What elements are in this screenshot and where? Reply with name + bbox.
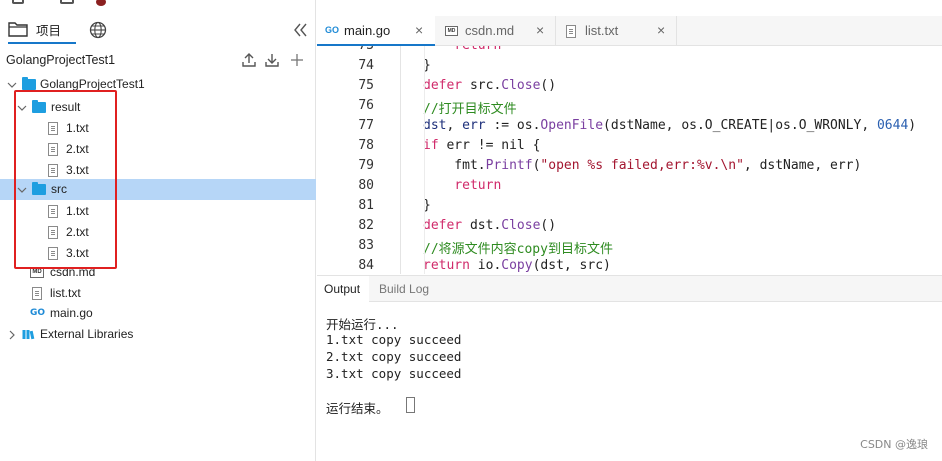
- tab-label: main.go: [344, 23, 391, 38]
- project-header: GolangProjectTest1: [0, 48, 316, 74]
- tab-build-log[interactable]: Build Log: [369, 276, 435, 302]
- line-number: 75: [358, 78, 374, 93]
- go-file-icon: GO: [325, 25, 340, 35]
- tab-label: csdn.md: [465, 23, 515, 38]
- tree-item-file[interactable]: list.txt: [0, 283, 316, 304]
- globe-icon: [89, 21, 107, 39]
- output-console[interactable]: 开始运行... 1.txt copy succeed 2.txt copy su…: [317, 302, 942, 461]
- code-line[interactable]: 77 dst, err := os.OpenFile(dstName, os.O_…: [317, 117, 942, 137]
- code-text: defer dst.Close(): [423, 218, 557, 233]
- line-number: 74: [358, 58, 374, 73]
- indent-guide: [424, 46, 425, 274]
- code-text: return: [423, 46, 501, 53]
- code-text: if err != nil {: [423, 138, 541, 153]
- code-line[interactable]: 75 defer src.Close(): [317, 77, 942, 97]
- code-text: fmt.Printf("open %s failed,err:%v.\n", d…: [423, 158, 862, 173]
- text-file-icon: [32, 287, 42, 300]
- code-line[interactable]: 83 //将源文件内容copy到目标文件: [317, 237, 942, 257]
- panel-tabs: 项目: [0, 16, 316, 44]
- text-file-icon: [566, 25, 576, 38]
- tab-project[interactable]: 项目: [8, 16, 76, 44]
- line-number: 77: [358, 118, 374, 133]
- code-line[interactable]: 84 return io.Copy(dst, src): [317, 257, 942, 274]
- tree-item-label: main.go: [50, 306, 93, 320]
- watermark: CSDN @逸琅: [860, 438, 928, 451]
- upload-icon[interactable]: [240, 51, 258, 69]
- collapse-panel-icon[interactable]: [292, 22, 310, 38]
- line-number: 73: [317, 46, 374, 53]
- input-cursor: [406, 397, 415, 413]
- close-icon[interactable]: ×: [536, 22, 544, 38]
- code-line[interactable]: 73 return: [317, 46, 942, 57]
- editor-tab-bar: GO main.go × MD csdn.md × list.txt ×: [317, 16, 942, 46]
- menu-icon[interactable]: [12, 0, 24, 4]
- chevron-down-icon[interactable]: [7, 80, 17, 90]
- tab-label: Build Log: [379, 282, 430, 296]
- annotation-highlight-box: [14, 90, 117, 269]
- tab-label: list.txt: [585, 23, 619, 38]
- tab-web[interactable]: [84, 16, 112, 44]
- output-line: 2.txt copy succeed: [326, 349, 462, 364]
- toolbar-strip: [0, 0, 316, 8]
- code-line[interactable]: 76 //打开目标文件: [317, 97, 942, 117]
- tab-csdn-md[interactable]: MD csdn.md ×: [436, 16, 556, 46]
- tab-label: Output: [324, 282, 361, 296]
- output-line: 1.txt copy succeed: [326, 332, 462, 347]
- user-icon[interactable]: [96, 0, 106, 6]
- code-line[interactable]: 81}: [317, 197, 942, 217]
- line-number: 78: [358, 138, 374, 153]
- indent-guide: [400, 46, 401, 274]
- close-icon[interactable]: ×: [657, 22, 665, 38]
- tab-list-txt[interactable]: list.txt ×: [557, 16, 677, 46]
- add-icon[interactable]: [288, 51, 306, 69]
- line-number: 82: [358, 218, 374, 233]
- output-line: 运行结束。: [326, 401, 389, 416]
- chevron-right-icon[interactable]: [7, 330, 17, 340]
- line-number: 80: [358, 178, 374, 193]
- folder-outline-icon: [8, 22, 28, 37]
- library-icon: [22, 330, 35, 340]
- close-icon[interactable]: ×: [415, 22, 423, 38]
- markdown-file-icon: MD: [445, 26, 458, 36]
- line-number: 79: [358, 158, 374, 173]
- output-line: 开始运行...: [326, 317, 399, 332]
- tab-project-label: 项目: [36, 23, 62, 38]
- tree-item-file[interactable]: GO main.go: [0, 303, 316, 324]
- go-file-icon: GO: [30, 308, 46, 318]
- code-text: defer src.Close(): [423, 78, 557, 93]
- output-line: 3.txt copy succeed: [326, 366, 462, 381]
- tree-item-external-libraries[interactable]: External Libraries: [0, 324, 316, 345]
- line-number: 81: [358, 198, 374, 213]
- code-line[interactable]: 82 defer dst.Close(): [317, 217, 942, 237]
- code-text: return io.Copy(dst, src): [423, 258, 611, 273]
- line-number: 84: [358, 258, 374, 273]
- code-editor[interactable]: 73 return74}75defer src.Close()76//打开目标文…: [317, 46, 942, 274]
- project-sidebar: 项目 GolangProjectTest1 GolangProjectTest1…: [0, 0, 316, 461]
- folder-icon: [22, 77, 36, 90]
- code-line[interactable]: 78 if err != nil {: [317, 137, 942, 157]
- code-text: dst, err := os.OpenFile(dstName, os.O_CR…: [423, 118, 917, 133]
- project-title: GolangProjectTest1: [6, 53, 116, 67]
- tab-output[interactable]: Output: [317, 276, 369, 302]
- tree-item-label: External Libraries: [40, 327, 134, 341]
- download-icon[interactable]: [263, 51, 281, 69]
- code-line[interactable]: 80 return: [317, 177, 942, 197]
- window-icon[interactable]: [60, 0, 74, 4]
- tree-item-label: GolangProjectTest1: [40, 77, 145, 91]
- tree-item-label: list.txt: [50, 286, 81, 300]
- code-line[interactable]: 74}: [317, 57, 942, 77]
- code-text: //打开目标文件: [423, 102, 517, 117]
- tab-main-go[interactable]: GO main.go ×: [317, 16, 435, 46]
- code-text: //将源文件内容copy到目标文件: [423, 242, 613, 257]
- output-tab-bar: Output Build Log: [317, 275, 942, 302]
- line-number: 83: [358, 238, 374, 253]
- code-text: return: [454, 178, 502, 193]
- code-line[interactable]: 79 fmt.Printf("open %s failed,err:%v.\n"…: [317, 157, 942, 177]
- line-number: 76: [358, 98, 374, 113]
